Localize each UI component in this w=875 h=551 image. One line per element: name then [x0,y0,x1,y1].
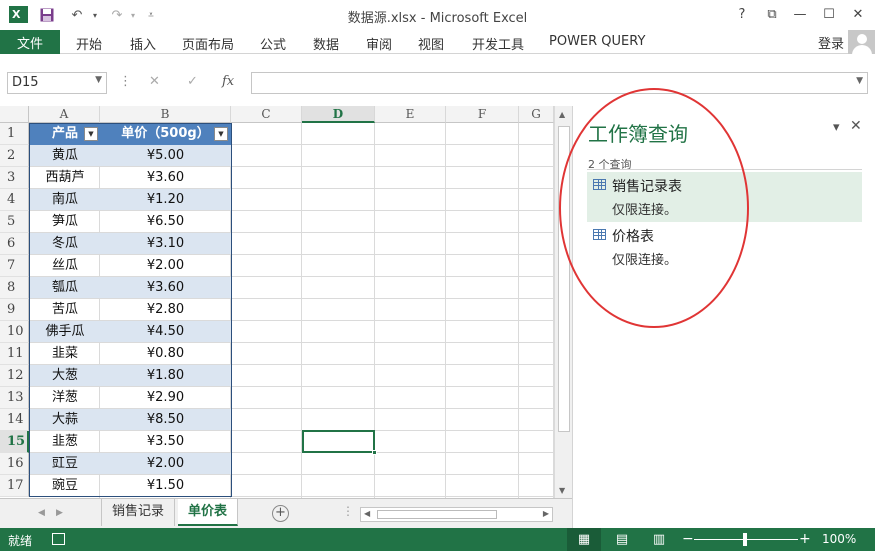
expand-formula-icon[interactable]: ▼ [856,76,863,86]
ribbon-tabs: 文件 开始 插入 页面布局 公式 数据 审阅 视图 开发工具 POWER QUE… [0,30,875,57]
tab-home[interactable]: 开始 [76,34,102,53]
row-header-2[interactable]: 2 [0,145,29,167]
normal-view-button[interactable]: ▦ [567,528,601,551]
vertical-scrollbar[interactable]: ▲ ▼ [554,106,572,498]
tab-power-query[interactable]: POWER QUERY [549,34,645,49]
row-header-1[interactable]: 1 [0,123,29,145]
row-header-7[interactable]: 7 [0,255,29,277]
row-header-11[interactable]: 11 [0,343,29,365]
horizontal-scrollbar[interactable]: ◀ ▶ [360,507,553,522]
scroll-right-icon[interactable]: ▶ [543,509,549,518]
sign-in-link[interactable]: 登录 [818,33,844,52]
minimize-button[interactable]: — [788,4,812,24]
query-item-sales[interactable]: 销售记录表 仅限连接。 [587,172,862,222]
column-header-c[interactable]: C [231,106,302,123]
table-icon [593,179,606,190]
tab-developer[interactable]: 开发工具 [472,34,524,53]
scroll-up-icon[interactable]: ▲ [559,110,565,119]
pane-title: 工作簿查询 [588,122,688,146]
sheet-tab-sales[interactable]: 销售记录 [101,499,176,526]
page-layout-view-button[interactable]: ▤ [605,528,639,551]
tab-insert[interactable]: 插入 [130,34,156,53]
row-header-16[interactable]: 16 [0,453,29,475]
enter-icon[interactable]: ✓ [187,74,198,89]
row-header-4[interactable]: 4 [0,189,29,211]
ready-status: 就绪 [8,534,33,548]
cancel-icon[interactable]: ✕ [149,74,160,89]
prev-sheet-icon[interactable]: ◀ [38,508,45,518]
row-header-17[interactable]: 17 [0,475,29,497]
query-status: 仅限连接。 [612,253,678,268]
zoom-out-button[interactable]: − [682,531,694,547]
worksheet-grid[interactable]: ABCDEFG 1 2 3 4 5 6 7 8 9 10 11 12 13 14 15 16 17 产品 ▼ 单价（… [0,106,572,498]
name-box-value: D15 [12,75,39,90]
zoom-in-button[interactable]: + [799,531,811,547]
active-cell-d15[interactable] [302,430,377,455]
ribbon-display-options-button[interactable]: ⧉ [760,4,784,24]
row-header-15[interactable]: 15 [0,431,29,453]
pane-options-icon[interactable]: ▾ [833,120,840,135]
divider [587,169,862,170]
row-header-3[interactable]: 3 [0,167,29,189]
query-name: 销售记录表 [612,179,682,195]
insert-function-icon[interactable]: fx [222,74,234,89]
zoom-slider-thumb[interactable] [743,533,747,546]
column-header-g[interactable]: G [519,106,554,123]
more-options-icon[interactable]: ⋮ [119,74,132,89]
macro-record-icon[interactable] [52,533,65,545]
scroll-down-icon[interactable]: ▼ [559,486,565,495]
column-header-a[interactable]: A [29,106,100,123]
tab-page-layout[interactable]: 页面布局 [182,34,234,53]
vertical-scroll-thumb[interactable] [558,126,570,432]
name-box[interactable]: D15 ▼ [7,72,107,94]
tab-data[interactable]: 数据 [313,34,339,53]
column-header-d[interactable]: D [302,106,375,123]
help-button[interactable]: ? [730,4,754,24]
column-header-f[interactable]: F [446,106,519,123]
tab-split-icon[interactable]: ⋮ [342,504,354,518]
row-header-8[interactable]: 8 [0,277,29,299]
formula-bar: D15 ▼ ⋮ ✕ ✓ fx ▼ [0,54,875,106]
row-header-13[interactable]: 13 [0,387,29,409]
maximize-button[interactable]: ☐ [817,4,841,24]
row-header-5[interactable]: 5 [0,211,29,233]
tab-view[interactable]: 视图 [418,34,444,53]
gridline [445,123,446,498]
tab-review[interactable]: 审阅 [366,34,392,53]
row-header-9[interactable]: 9 [0,299,29,321]
scroll-left-icon[interactable]: ◀ [364,509,370,518]
formula-input[interactable]: ▼ [251,72,868,94]
query-status: 仅限连接。 [612,203,678,218]
close-button[interactable]: ✕ [846,4,870,24]
column-header-b[interactable]: B [100,106,231,123]
tab-formulas[interactable]: 公式 [260,34,286,53]
query-name: 价格表 [612,229,654,245]
title-bar: X ↶ ▾ ↷ ▾ ⩡ 数据源.xlsx - Microsoft Excel ?… [0,0,875,30]
row-header-12[interactable]: 12 [0,365,29,387]
row-header-14[interactable]: 14 [0,409,29,431]
horizontal-scroll-thumb[interactable] [377,510,497,519]
table-border [29,123,232,497]
chevron-down-icon[interactable]: ▼ [95,75,102,85]
query-item-price[interactable]: 价格表 仅限连接。 [587,222,862,272]
table-icon [593,229,606,240]
workbook-queries-pane: 工作簿查询 ▾ ✕ 2 个查询 销售记录表 仅限连接。 价格表 仅限连接。 [559,88,875,528]
pane-close-icon[interactable]: ✕ [850,118,862,134]
avatar[interactable] [848,30,875,57]
column-header-e[interactable]: E [375,106,446,123]
gridline [518,123,519,498]
status-bar: 就绪 ▦ ▤ ▥ − + 100% [0,528,875,551]
row-header-6[interactable]: 6 [0,233,29,255]
sheet-tab-price[interactable]: 单价表 [178,499,239,526]
next-sheet-icon[interactable]: ▶ [56,508,63,518]
zoom-level[interactable]: 100% [822,532,856,546]
add-sheet-icon[interactable]: + [272,505,289,522]
select-all-corner[interactable] [0,106,29,123]
sheet-tab-bar: ◀ ▶ 销售记录 单价表 + ⋮ ◀ ▶ [0,498,572,528]
tab-file[interactable]: 文件 [0,30,60,54]
page-break-view-button[interactable]: ▥ [642,528,676,551]
fill-handle[interactable] [372,450,377,455]
row-header-10[interactable]: 10 [0,321,29,343]
